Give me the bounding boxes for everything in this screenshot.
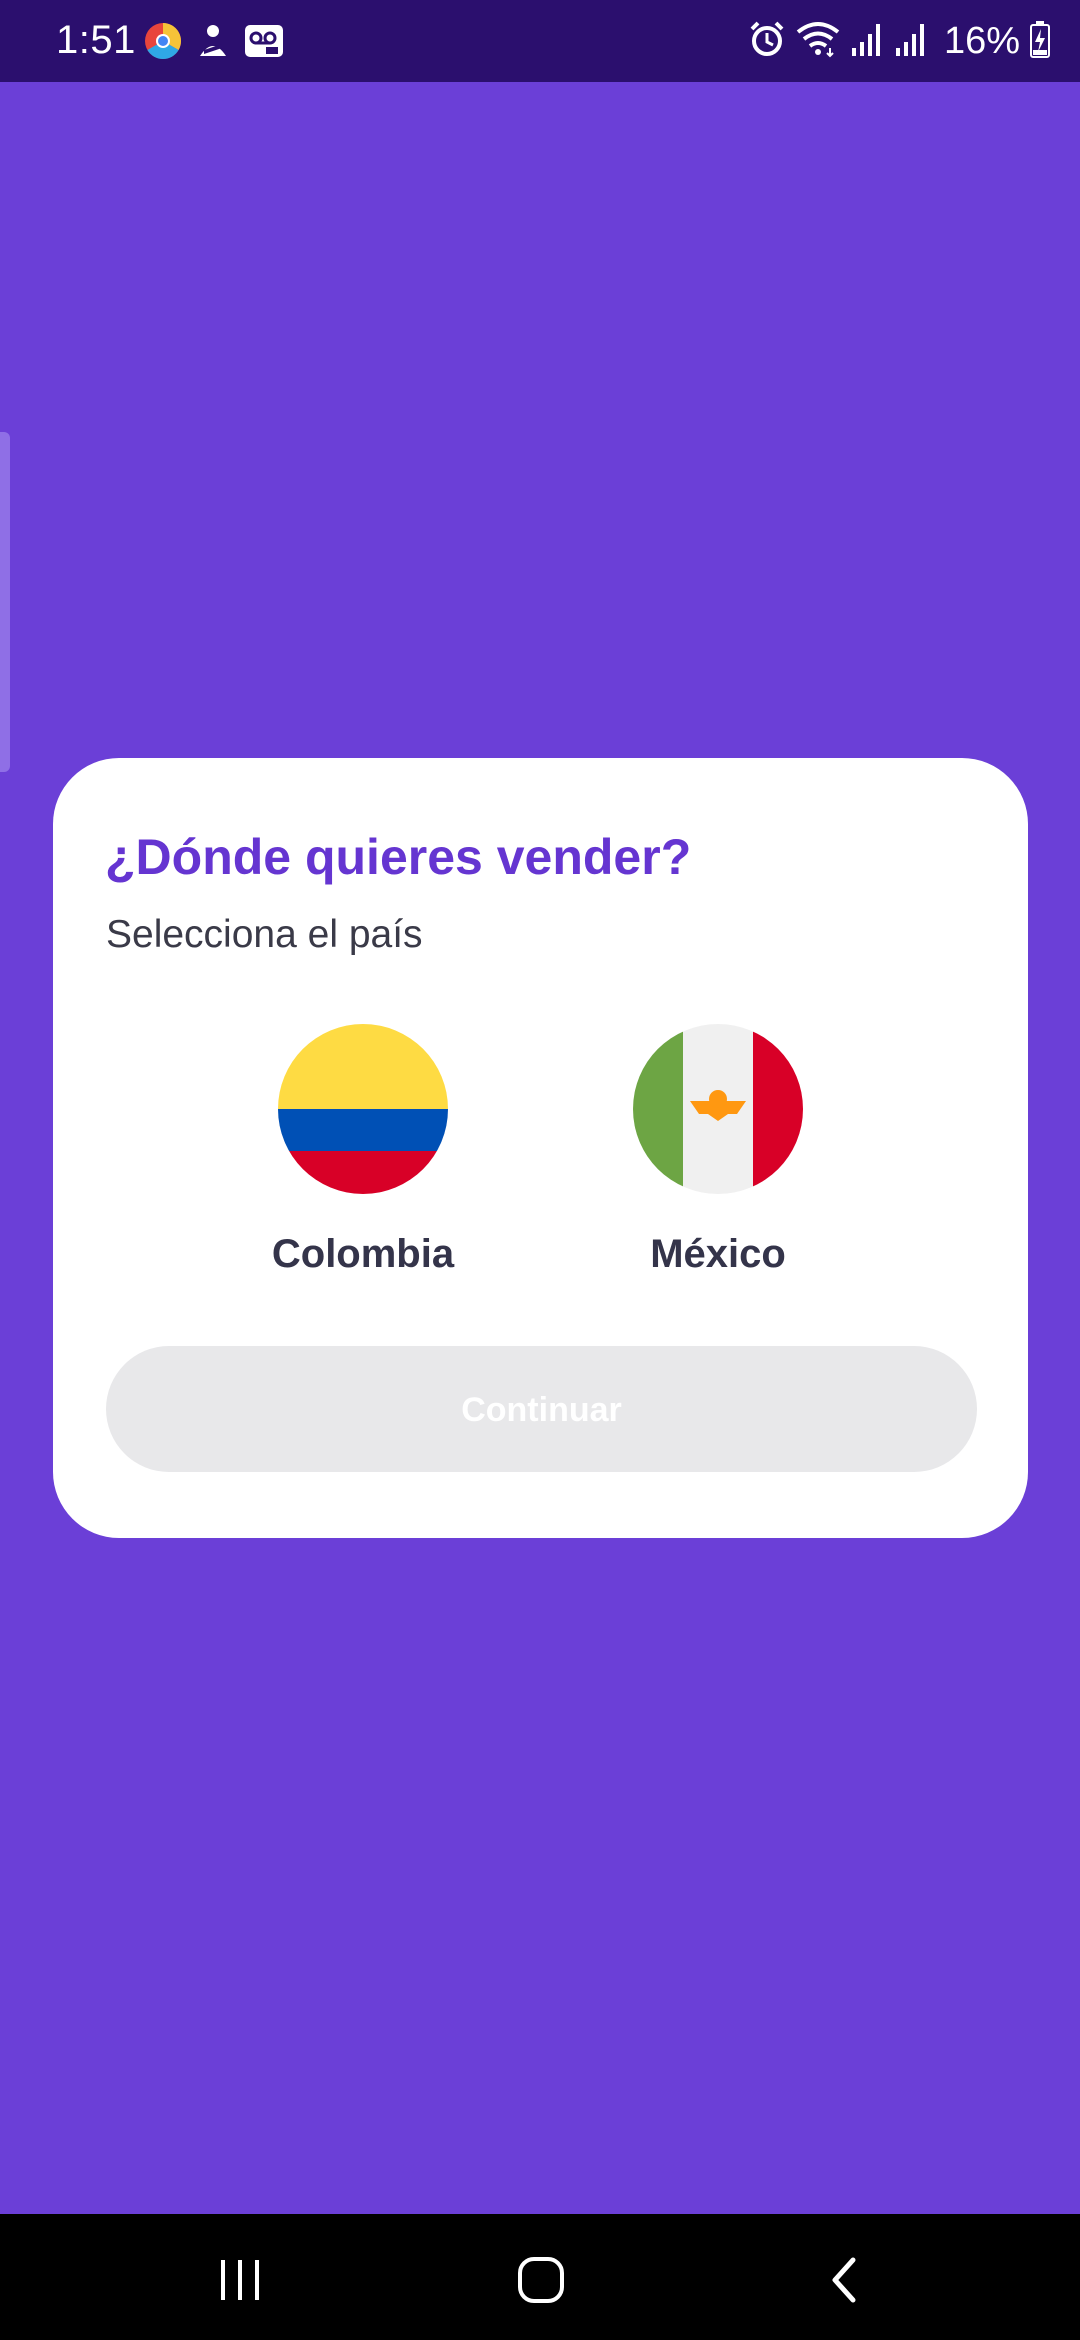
status-left-icons	[144, 22, 284, 65]
recent-apps-icon[interactable]	[210, 2250, 270, 2310]
screen: 1:51 16% ¿Dónde quieres vender? Seleccio…	[0, 0, 1080, 2340]
dialog-title: ¿Dónde quieres vender?	[105, 829, 692, 885]
navigation-bar	[0, 2214, 1080, 2340]
colombia-flag-icon	[233, 1024, 493, 1194]
status-time: 1:51	[56, 18, 136, 62]
country-name: México	[650, 1232, 786, 1276]
country-name: Colombia	[271, 1232, 455, 1276]
voicemail-icon	[244, 23, 284, 64]
chrome-icon	[144, 22, 182, 65]
continue-button[interactable]: Continuar	[106, 1346, 977, 1472]
signal-icon	[850, 20, 884, 63]
battery-charging-icon	[1030, 20, 1050, 63]
dialog-subtitle: Selecciona el país	[106, 913, 423, 956]
home-icon[interactable]	[511, 2250, 571, 2310]
country-selection-dialog: ¿Dónde quieres vender? Selecciona el paí…	[53, 758, 1028, 1538]
status-bar: 1:51 16%	[0, 0, 1080, 82]
wifi-icon	[796, 20, 840, 63]
mexico-flag-icon	[588, 1024, 848, 1194]
country-option-mexico[interactable]: México	[588, 1024, 848, 1277]
country-option-colombia[interactable]: Colombia	[233, 1024, 493, 1277]
back-icon[interactable]	[815, 2250, 875, 2310]
edge-panel-handle[interactable]	[0, 432, 10, 772]
alarm-icon	[748, 20, 786, 63]
notification-icon	[196, 22, 230, 65]
signal-icon	[894, 20, 928, 63]
battery-percentage: 16%	[943, 20, 1020, 62]
status-right: 16%	[748, 20, 1050, 63]
